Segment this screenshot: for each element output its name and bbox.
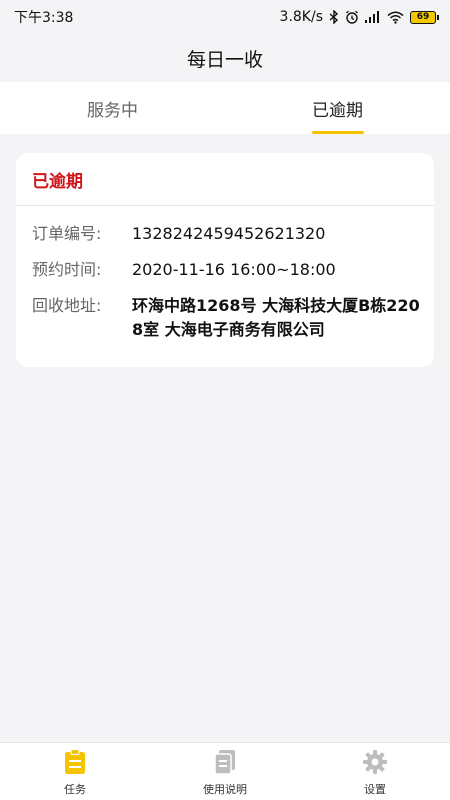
tab-label: 已逾期 (312, 100, 363, 121)
nav-item-tasks[interactable]: 任务 (0, 743, 150, 800)
bluetooth-icon (329, 10, 339, 24)
tab-in-service[interactable]: 服务中 (0, 82, 225, 134)
page-title: 每日一收 (186, 48, 263, 71)
nav-label: 任务 (64, 783, 86, 796)
appointment-time-row: 预约时间: 2020-11-16 16:00~18:00 (32, 258, 422, 282)
clipboard-icon (62, 749, 88, 775)
status-bar: 下午3:38 3.8K/s 69 (0, 0, 450, 34)
app-header: 每日一收 (0, 34, 450, 82)
tab-overdue[interactable]: 已逾期 (225, 82, 450, 134)
address-value: 环海中路1268号 大海科技大厦B栋2208室 大海电子商务有限公司 (132, 296, 420, 339)
alarm-icon (345, 10, 359, 24)
status-time: 下午3:38 (14, 10, 74, 26)
nav-label: 使用说明 (203, 783, 247, 796)
order-details: 订单编号: 1328242459452621320 预约时间: 2020-11-… (16, 206, 434, 342)
order-status: 已逾期 (16, 153, 434, 206)
wifi-icon (387, 11, 404, 24)
gear-icon (362, 749, 388, 775)
appointment-time-label: 预约时间: (32, 260, 102, 279)
nav-item-settings[interactable]: 设置 (300, 743, 450, 800)
appointment-time-value: 2020-11-16 16:00~18:00 (132, 260, 336, 279)
address-row: 回收地址: 环海中路1268号 大海科技大厦B栋2208室 大海电子商务有限公司 (32, 294, 422, 342)
order-number-label: 订单编号: (32, 224, 102, 243)
tab-bar: 服务中 已逾期 (0, 82, 450, 134)
bottom-nav: 任务 使用说明 设置 (0, 742, 450, 800)
nav-item-instructions[interactable]: 使用说明 (150, 743, 300, 800)
order-number-value: 1328242459452621320 (132, 224, 326, 243)
network-speed: 3.8K/s (279, 9, 323, 25)
signal-icon (365, 11, 381, 23)
address-label: 回收地址: (32, 296, 102, 315)
document-icon (212, 749, 238, 775)
battery-level: 69 (416, 12, 430, 22)
status-indicators: 3.8K/s 69 (279, 9, 439, 25)
order-card[interactable]: 已逾期 订单编号: 1328242459452621320 预约时间: 2020… (16, 153, 434, 367)
order-number-row: 订单编号: 1328242459452621320 (32, 222, 422, 246)
tab-label: 服务中 (87, 100, 138, 121)
battery-icon: 69 (410, 10, 439, 24)
nav-label: 设置 (364, 783, 386, 796)
